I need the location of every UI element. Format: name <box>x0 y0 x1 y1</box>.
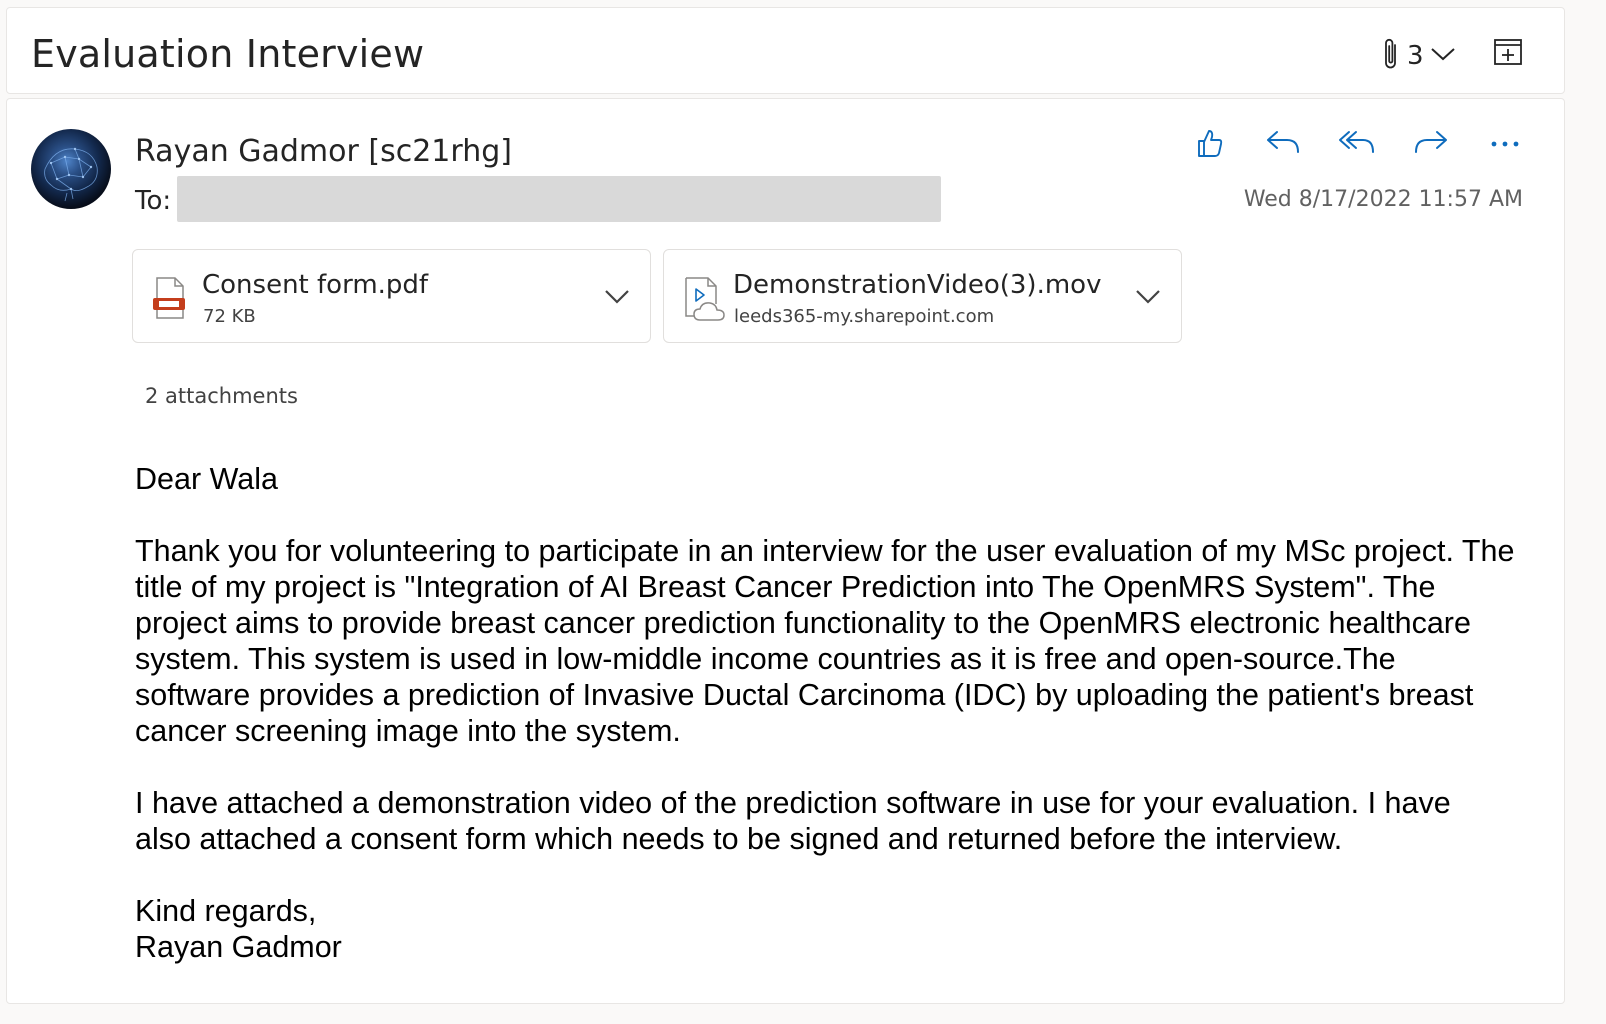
reply-button[interactable] <box>1261 123 1305 167</box>
like-button[interactable] <box>1187 123 1231 167</box>
message-actions <box>1187 121 1527 169</box>
chevron-down-icon[interactable] <box>602 284 632 308</box>
message-body: Dear Wala Thank you for volunteering to … <box>135 461 1515 965</box>
thumbs-up-icon <box>1194 127 1224 164</box>
open-in-new-window-icon <box>1491 39 1525 72</box>
subject-header: Evaluation Interview 3 <box>6 7 1565 94</box>
chevron-down-icon <box>1430 46 1456 67</box>
paperclip-icon <box>1381 36 1401 77</box>
forward-icon <box>1413 128 1449 163</box>
to-label: To: <box>135 186 172 216</box>
greeting: Dear Wala <box>135 462 278 496</box>
subject-title: Evaluation Interview <box>31 32 425 76</box>
more-options-icon <box>1490 136 1520 154</box>
attachment-name: DemonstrationVideo(3).mov <box>733 270 1102 300</box>
cloud-video-file-icon <box>682 276 725 321</box>
attachment-card-consent-form[interactable]: Consent form.pdf 72 KB <box>132 249 651 343</box>
sender-name[interactable]: Rayan Gadmor [sc21rhg] <box>135 134 512 169</box>
attachment-count-button[interactable]: 3 <box>1381 36 1456 76</box>
body-paragraph: Thank you for volunteering to participat… <box>135 534 1515 748</box>
body-paragraph: I have attached a demonstration video of… <box>135 786 1451 856</box>
bottom-divider <box>0 1004 1606 1024</box>
signature: Rayan Gadmor <box>135 930 342 964</box>
forward-button[interactable] <box>1409 123 1453 167</box>
recipient-redacted <box>177 176 941 222</box>
chevron-down-icon[interactable] <box>1133 284 1163 308</box>
attachment-name: Consent form.pdf <box>202 270 429 300</box>
closing: Kind regards, <box>135 894 317 928</box>
message-card: Rayan Gadmor [sc21rhg] To: Wed 8/17/2022… <box>6 98 1565 1004</box>
reply-all-icon <box>1338 128 1376 163</box>
attachment-count: 3 <box>1407 41 1424 71</box>
sent-date: Wed 8/17/2022 11:57 AM <box>1243 187 1523 212</box>
reply-icon <box>1265 128 1301 163</box>
attachment-card-demonstration-video[interactable]: DemonstrationVideo(3).mov leeds365-my.sh… <box>663 249 1182 343</box>
attachment-size: 72 KB <box>203 306 256 327</box>
open-in-new-window-button[interactable] <box>1491 34 1525 68</box>
avatar[interactable] <box>31 129 111 209</box>
more-actions-button[interactable] <box>1483 123 1527 167</box>
reply-all-button[interactable] <box>1335 123 1379 167</box>
attachment-source: leeds365-my.sharepoint.com <box>734 306 995 327</box>
pdf-file-icon <box>151 276 189 320</box>
attachments-summary: 2 attachments <box>145 384 298 408</box>
